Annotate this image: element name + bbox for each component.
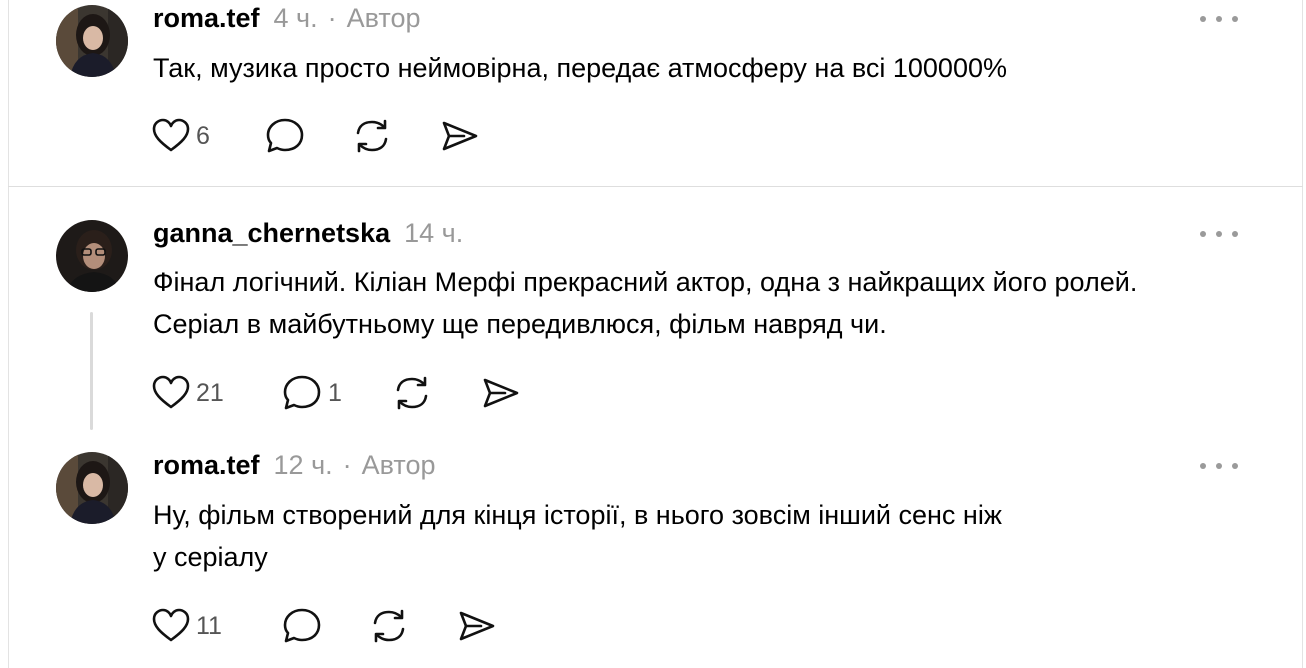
paper-plane-icon [459,611,495,641]
like-count: 21 [196,378,224,407]
author-badge: Автор [361,450,436,480]
avatar-image [56,220,128,292]
share-button[interactable] [481,373,521,413]
repost-button[interactable] [369,606,409,646]
more-dots-icon [1200,463,1206,469]
timestamp[interactable]: 14 ч. [404,218,463,249]
comment-text-line: у серіалу [153,542,268,572]
comment-text-line: Ну, фільм створений для кінця історії, в… [153,500,1002,530]
share-button[interactable] [457,606,497,646]
more-options-button[interactable] [1200,229,1238,239]
avatar-image [56,5,128,77]
repost-icon [356,119,388,153]
comment-text: Фінал логічний. Кіліан Мерфі прекрасний … [153,267,1138,339]
paper-plane-icon [483,378,519,408]
more-dots-icon [1216,16,1222,22]
reply-button[interactable]: 1 [282,373,342,413]
comment-header: roma.tef 4 ч. · Автор [153,3,420,34]
author-badge: Автор [346,3,421,33]
left-border [8,0,9,668]
reply-count: 1 [328,378,342,407]
timestamp[interactable]: 4 ч. [274,3,318,34]
speech-bubble-icon [283,608,321,643]
more-dots-icon [1200,16,1206,22]
more-dots-icon [1232,16,1238,22]
repost-button[interactable] [352,116,392,156]
like-button[interactable]: 11 [152,606,222,646]
username[interactable]: ganna_chernetska [153,218,390,249]
repost-icon [373,609,405,643]
repost-icon [396,376,428,410]
repost-button[interactable] [392,373,432,413]
comments-thread: roma.tef 4 ч. · Автор Так, музика просто… [0,0,1306,668]
avatar[interactable] [56,220,128,292]
comment-text: Так, музика просто неймовірна, передає а… [153,53,1007,83]
reply-button[interactable] [282,606,322,646]
avatar[interactable] [56,5,128,77]
more-dots-icon [1232,231,1238,237]
more-dots-icon [1216,463,1222,469]
paper-plane-icon [442,121,478,151]
like-count: 11 [196,611,222,640]
share-button[interactable] [440,116,480,156]
comment-text: Ну, фільм створений для кінця історії, в… [153,494,1213,578]
more-options-button[interactable] [1200,14,1238,24]
like-button[interactable]: 21 [152,373,224,413]
heart-icon [152,608,190,642]
comment-header: roma.tef 12 ч. · Автор [153,450,436,481]
separator-dot: · [327,3,337,33]
speech-bubble-icon [266,118,304,153]
avatar-image [56,452,128,524]
more-dots-icon [1216,231,1222,237]
like-count: 6 [196,121,210,150]
more-options-button[interactable] [1200,461,1238,471]
timestamp[interactable]: 12 ч. [274,450,333,481]
right-border [1302,0,1303,668]
heart-icon [152,375,190,409]
username[interactable]: roma.tef [153,450,260,481]
like-button[interactable]: 6 [152,116,210,156]
reply-button[interactable] [265,116,305,156]
speech-bubble-icon [283,375,321,410]
avatar[interactable] [56,452,128,524]
thread-connector-line [90,312,93,430]
more-dots-icon [1232,463,1238,469]
username[interactable]: roma.tef [153,3,260,34]
post-divider [8,186,1303,187]
heart-icon [152,118,190,152]
separator-dot: · [342,450,352,480]
more-dots-icon [1200,231,1206,237]
comment-header: ganna_chernetska 14 ч. [153,218,463,249]
